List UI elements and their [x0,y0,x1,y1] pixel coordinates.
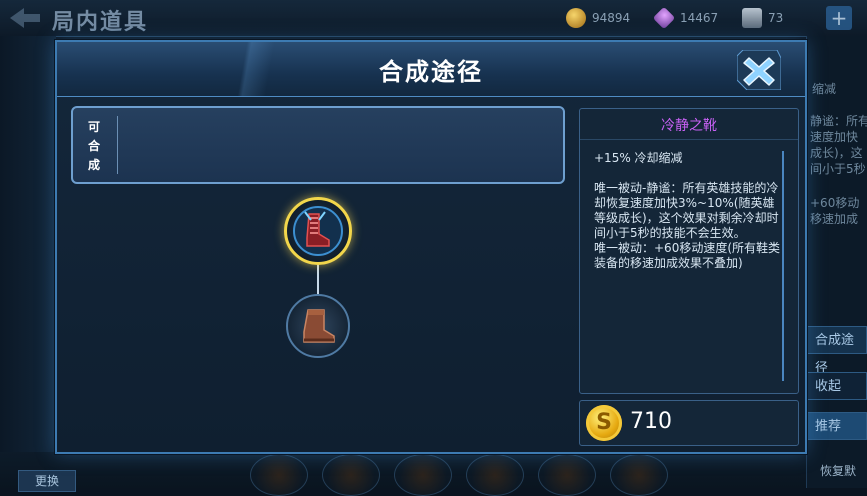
right-text-line: 间小于5秒 [810,162,866,176]
page-title: 局内道具 [52,10,149,35]
right-text-line: 缩减 [812,82,837,96]
right-text-line: +60移动 [810,196,860,210]
boots-of-tranquility-icon-graphic [304,211,330,247]
recipe-connector-line [317,262,319,298]
item-node-main[interactable] [284,197,352,265]
restore-default-button[interactable]: 恢复默 [820,462,856,479]
equipment-slot[interactable] [250,454,308,496]
recommend-button[interactable]: 推荐 [806,412,867,440]
item-name: 冷静之靴 [661,118,717,134]
close-icon[interactable] [737,50,781,90]
item-detail-panel: 冷静之靴 +15% 冷却缩减 唯一被动-静谧：所有英雄技能的冷却恢复速度加快3%… [579,108,799,394]
ticket-icon [742,8,762,28]
divider [117,116,118,174]
price-panel: S 710 [579,400,799,446]
compose-path-side-button[interactable]: 合成途径 [806,326,867,376]
gem-icon [652,6,676,30]
right-text-line: 成长)，这 [810,146,863,160]
item-price: 710 [630,409,672,434]
collapse-button[interactable]: 收起 [806,372,867,400]
gem-counter: 14467 [652,6,719,30]
dialog-header: 合成途径 [57,42,805,97]
equipment-slot[interactable] [322,454,380,496]
basic-boots-icon [303,309,335,343]
dialog-title: 合成途径 [379,58,483,86]
replace-button[interactable]: 更换 [18,470,76,492]
equipment-slot[interactable] [538,454,596,496]
ticket-value: 73 [768,11,784,25]
divider [580,139,798,140]
right-text-line: 移速加成 [810,212,859,226]
scrollbar[interactable] [782,151,784,381]
equipment-slots [250,454,668,496]
item-node-child[interactable] [286,294,350,358]
right-text-line: 静谧：所有 [810,114,867,128]
gold-icon [566,8,586,28]
boots-of-tranquility-icon [293,206,343,256]
equipment-slot[interactable] [610,454,668,496]
gem-value: 14467 [680,11,719,25]
gold-coin-icon: S [586,405,622,441]
composable-items-box: 可合成 [71,106,565,184]
compose-path-dialog: 合成途径 可合成 冷静之靴 +15% 冷却缩减 唯一被动-静谧：所有英雄技能的冷… [55,40,807,454]
gold-counter: 94894 [566,8,630,28]
back-arrow-icon[interactable] [8,6,42,30]
left-side-panel [0,36,56,488]
item-description: +15% 冷却缩减 唯一被动-静谧：所有英雄技能的冷却恢复速度加快3%~10%(… [594,151,781,270]
add-currency-button[interactable]: + [826,6,852,30]
equipment-slot[interactable] [394,454,452,496]
gold-value: 94894 [592,11,631,25]
equipment-slot[interactable] [466,454,524,496]
right-text-line: 速度加快 [810,130,859,144]
composable-label: 可合成 [87,120,100,172]
ticket-counter: 73 [742,8,783,28]
